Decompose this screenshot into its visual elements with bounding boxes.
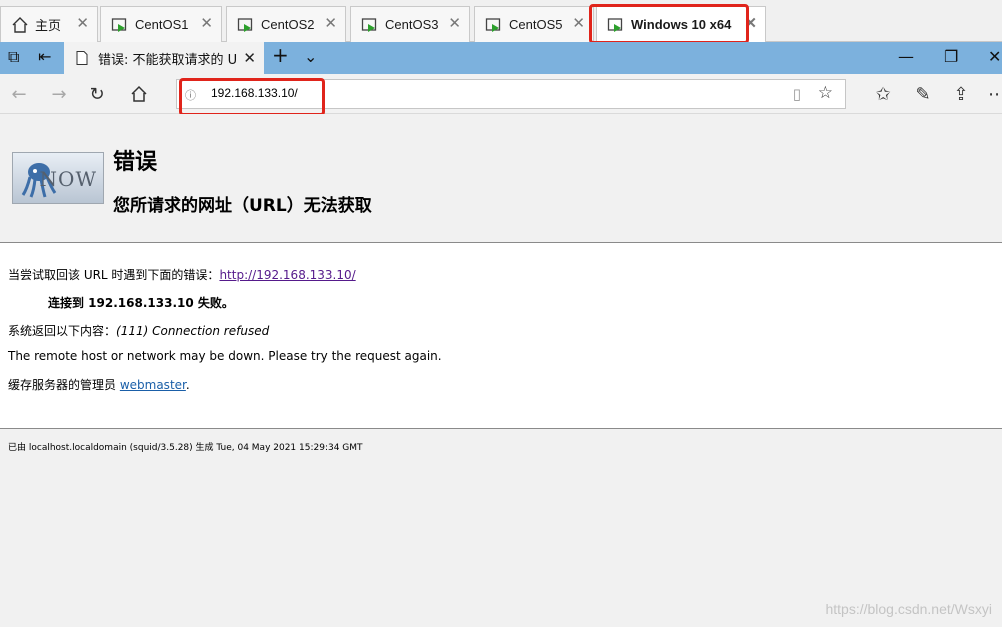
system-line: 系统返回以下内容：(111) Connection refused [8, 322, 269, 339]
home-icon[interactable] [128, 83, 150, 105]
logo-text: NOW [39, 167, 97, 191]
vm-tab-centos1[interactable]: CentOS1 ✕ [100, 6, 222, 42]
page-icon [76, 51, 88, 65]
refresh-icon[interactable]: ↻ [86, 83, 108, 105]
restore-icon[interactable]: ❐ [944, 48, 958, 66]
system-message: (111) Connection refused [116, 324, 270, 338]
close-icon[interactable]: ✕ [744, 16, 757, 31]
vm-tab-windows10[interactable]: Windows 10 x64 ✕ [596, 6, 766, 42]
browser-tab-title: 错误: 不能获取请求的 U [98, 52, 238, 68]
attempt-text: 当尝试取回该 URL 时遇到下面的错误： [8, 268, 220, 282]
page-title: 错误 [113, 150, 158, 175]
vm-tab-label: CentOS5 [509, 17, 563, 32]
new-tab-icon[interactable]: + [272, 45, 289, 65]
cache-prefix: 缓存服务器的管理员 [8, 378, 120, 392]
address-bar[interactable]: ⓘ 192.168.133.10/ ▯ ☆ [176, 79, 846, 109]
system-prefix: 系统返回以下内容： [8, 324, 117, 338]
address-url: 192.168.133.10/ [211, 86, 298, 100]
close-icon[interactable]: ✕ [448, 16, 461, 31]
more-icon[interactable]: ⋯ [986, 83, 1002, 105]
home-icon [12, 16, 28, 33]
vm-icon [485, 17, 501, 32]
close-icon[interactable]: ✕ [200, 16, 213, 31]
vm-icon [361, 17, 377, 32]
vm-tab-home[interactable]: 主页 ✕ [0, 6, 98, 42]
vm-tab-label: CentOS3 [385, 17, 439, 32]
vm-tab-centos2[interactable]: CentOS2 ✕ [226, 6, 346, 42]
webmaster-link[interactable]: webmaster [120, 378, 186, 392]
attempt-line: 当尝试取回该 URL 时遇到下面的错误：http://192.168.133.1… [8, 266, 356, 283]
cache-admin-line: 缓存服务器的管理员 webmaster. [8, 376, 190, 393]
favorite-star-icon[interactable]: ☆ [818, 83, 833, 103]
navigation-bar: ← → ↻ ⓘ 192.168.133.10/ ▯ ☆ ✩ ✎ ⇪ ⋯ [0, 74, 1002, 114]
attempt-url-link[interactable]: http://192.168.133.10/ [219, 268, 355, 282]
minimize-icon[interactable]: — [898, 48, 914, 66]
vm-tab-label: CentOS1 [135, 17, 189, 32]
close-window-icon[interactable]: ✕ [988, 48, 1001, 66]
vm-tab-strip: 主页 ✕ CentOS1 ✕ CentOS2 ✕ CentOS3 ✕ CentO… [0, 0, 1002, 42]
share-icon[interactable]: ⇪ [950, 83, 972, 105]
error-body: 当尝试取回该 URL 时遇到下面的错误：http://192.168.133.1… [0, 243, 1002, 428]
vm-tab-centos3[interactable]: CentOS3 ✕ [350, 6, 470, 42]
favorites-icon[interactable]: ✩ [872, 83, 894, 105]
vm-tab-label: CentOS2 [261, 17, 315, 32]
tab-switch-icon[interactable]: ⧉ [8, 48, 19, 66]
reading-view-icon[interactable]: ▯ [793, 85, 801, 103]
period: . [185, 378, 190, 392]
set-aside-tabs-icon[interactable]: ⇤ [38, 48, 51, 66]
browser-tab-active[interactable]: 错误: 不能获取请求的 U ✕ [64, 42, 264, 74]
watermark-text: https://blog.csdn.net/Wsxyi [825, 601, 992, 617]
close-icon[interactable]: ✕ [243, 49, 256, 67]
close-icon[interactable]: ✕ [572, 16, 585, 31]
info-icon[interactable]: ⓘ [185, 87, 196, 103]
footer-text: 已由 localhost.localdomain (squid/3.5.28) … [8, 443, 363, 453]
chevron-down-icon[interactable]: ⌄ [304, 48, 317, 66]
page-content: NOW 错误 您所请求的网址（URL）无法获取 当尝试取回该 URL 时遇到下面… [0, 114, 1002, 627]
page-subtitle: 您所请求的网址（URL）无法获取 [113, 196, 372, 216]
browser-titlebar: ⧉ ⇤ 错误: 不能获取请求的 U ✕ + ⌄ — ❐ ✕ [0, 42, 1002, 74]
pen-icon[interactable]: ✎ [912, 83, 934, 105]
connect-fail-text: 连接到 192.168.133.10 失败。 [48, 296, 234, 310]
close-icon[interactable]: ✕ [324, 16, 337, 31]
vm-tab-label: Windows 10 x64 [631, 17, 732, 32]
squid-logo: NOW [12, 152, 104, 204]
vm-tab-label: 主页 [35, 18, 62, 33]
remote-message: The remote host or network may be down. … [8, 349, 442, 363]
vm-icon [607, 17, 623, 32]
close-icon[interactable]: ✕ [76, 16, 89, 31]
forward-arrow-icon[interactable]: → [48, 83, 70, 105]
vm-icon [111, 17, 127, 32]
vm-icon [237, 17, 253, 32]
vm-tab-centos5[interactable]: CentOS5 ✕ [474, 6, 594, 42]
divider [0, 428, 1002, 429]
back-arrow-icon[interactable]: ← [8, 83, 30, 105]
